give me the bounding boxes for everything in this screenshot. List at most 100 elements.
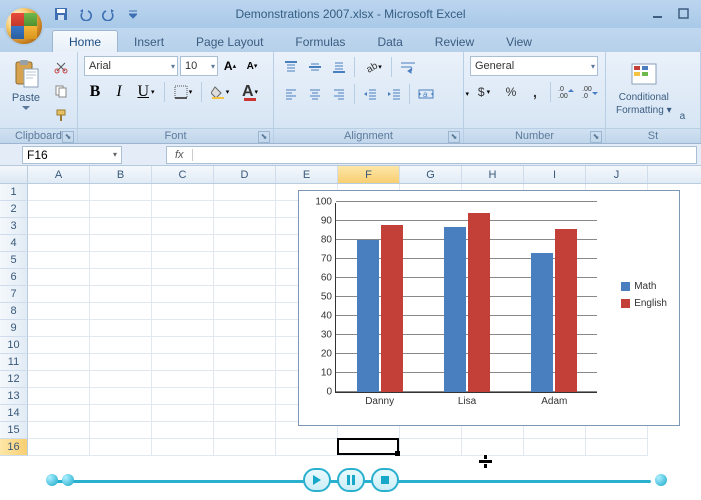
cell[interactable] — [90, 320, 152, 337]
row-header[interactable]: 4 — [0, 235, 28, 252]
row-header[interactable]: 1 — [0, 184, 28, 201]
cell[interactable] — [152, 201, 214, 218]
cell[interactable] — [90, 405, 152, 422]
cell[interactable] — [90, 235, 152, 252]
cell[interactable] — [214, 235, 276, 252]
row-header[interactable]: 5 — [0, 252, 28, 269]
cell[interactable] — [28, 388, 90, 405]
decrease-indent-button[interactable] — [359, 83, 381, 105]
cell[interactable] — [152, 320, 214, 337]
cell[interactable] — [214, 388, 276, 405]
cell[interactable] — [28, 439, 90, 456]
cell[interactable] — [214, 201, 276, 218]
cell[interactable] — [152, 286, 214, 303]
pause-button[interactable] — [337, 468, 365, 492]
column-header[interactable]: D — [214, 166, 276, 183]
column-header[interactable]: F — [338, 166, 400, 183]
cell[interactable] — [90, 201, 152, 218]
conditional-formatting-button[interactable]: Conditional Formatting ▾ — [612, 56, 676, 118]
cell[interactable] — [90, 439, 152, 456]
dialog-launcher-icon[interactable]: ⬊ — [62, 131, 74, 143]
font-color-button[interactable]: A▾ — [236, 81, 264, 103]
cell[interactable] — [90, 371, 152, 388]
row-header[interactable]: 8 — [0, 303, 28, 320]
align-bottom-button[interactable] — [328, 56, 350, 78]
row-header[interactable]: 7 — [0, 286, 28, 303]
tab-home[interactable]: Home — [52, 30, 118, 52]
row-header[interactable]: 10 — [0, 337, 28, 354]
cell[interactable] — [214, 422, 276, 439]
cell[interactable] — [524, 439, 586, 456]
format-painter-button[interactable] — [50, 104, 72, 126]
cell[interactable] — [152, 269, 214, 286]
column-header[interactable]: I — [524, 166, 586, 183]
cell[interactable] — [28, 286, 90, 303]
cell[interactable] — [214, 320, 276, 337]
tab-data[interactable]: Data — [361, 31, 418, 52]
cell[interactable] — [152, 184, 214, 201]
font-name-combo[interactable]: Arial▾ — [84, 56, 178, 76]
row-header[interactable]: 13 — [0, 388, 28, 405]
cell[interactable] — [90, 269, 152, 286]
cell[interactable] — [90, 218, 152, 235]
cell[interactable] — [28, 269, 90, 286]
play-button[interactable] — [303, 468, 331, 492]
cell[interactable] — [214, 371, 276, 388]
cell[interactable] — [152, 235, 214, 252]
cell[interactable] — [90, 388, 152, 405]
fx-icon[interactable]: fx — [167, 149, 193, 161]
embedded-chart[interactable]: 0102030405060708090100DannyLisaAdam Math… — [298, 190, 680, 426]
maximize-button[interactable] — [671, 5, 697, 23]
dialog-launcher-icon[interactable]: ⬊ — [448, 131, 460, 143]
cell[interactable] — [28, 218, 90, 235]
column-header[interactable]: G — [400, 166, 462, 183]
dialog-launcher-icon[interactable]: ⬊ — [258, 131, 270, 143]
number-format-combo[interactable]: General▾ — [470, 56, 598, 76]
row-header[interactable]: 6 — [0, 269, 28, 286]
player-progress-knob[interactable] — [62, 474, 74, 486]
border-button[interactable]: ▾ — [169, 81, 197, 103]
column-header[interactable]: C — [152, 166, 214, 183]
cut-button[interactable] — [50, 56, 72, 78]
cell[interactable] — [28, 184, 90, 201]
underline-button[interactable]: U▾ — [132, 81, 160, 103]
cell[interactable] — [152, 218, 214, 235]
cell[interactable] — [28, 422, 90, 439]
player-start-knob[interactable] — [46, 474, 58, 486]
copy-button[interactable] — [50, 80, 72, 102]
tab-review[interactable]: Review — [419, 31, 490, 52]
formula-input[interactable]: fx — [166, 146, 697, 164]
cell[interactable] — [28, 252, 90, 269]
row-header[interactable]: 11 — [0, 354, 28, 371]
row-header[interactable]: 16 — [0, 439, 28, 456]
tab-page-layout[interactable]: Page Layout — [180, 31, 279, 52]
cell[interactable] — [28, 371, 90, 388]
cell[interactable] — [28, 235, 90, 252]
dialog-launcher-icon[interactable]: ⬊ — [590, 131, 602, 143]
redo-icon[interactable] — [100, 5, 118, 23]
tab-view[interactable]: View — [490, 31, 548, 52]
cell[interactable] — [90, 252, 152, 269]
shrink-font-button[interactable]: A▾ — [242, 56, 262, 76]
cell[interactable] — [586, 439, 648, 456]
comma-button[interactable]: , — [524, 81, 546, 103]
row-header[interactable]: 14 — [0, 405, 28, 422]
cell[interactable] — [28, 354, 90, 371]
row-header[interactable]: 2 — [0, 201, 28, 218]
orientation-button[interactable]: ab▾ — [359, 56, 387, 78]
cell[interactable] — [90, 184, 152, 201]
undo-icon[interactable] — [76, 5, 94, 23]
italic-button[interactable]: I — [108, 81, 130, 103]
cell[interactable] — [276, 439, 338, 456]
cell[interactable] — [28, 405, 90, 422]
cell[interactable] — [90, 337, 152, 354]
cell[interactable] — [214, 184, 276, 201]
qat-customize-icon[interactable] — [124, 5, 142, 23]
column-header[interactable]: A — [28, 166, 90, 183]
office-button[interactable] — [4, 6, 44, 46]
row-header[interactable]: 3 — [0, 218, 28, 235]
cell[interactable] — [214, 337, 276, 354]
cell[interactable] — [152, 439, 214, 456]
cell[interactable] — [152, 337, 214, 354]
increase-indent-button[interactable] — [383, 83, 405, 105]
